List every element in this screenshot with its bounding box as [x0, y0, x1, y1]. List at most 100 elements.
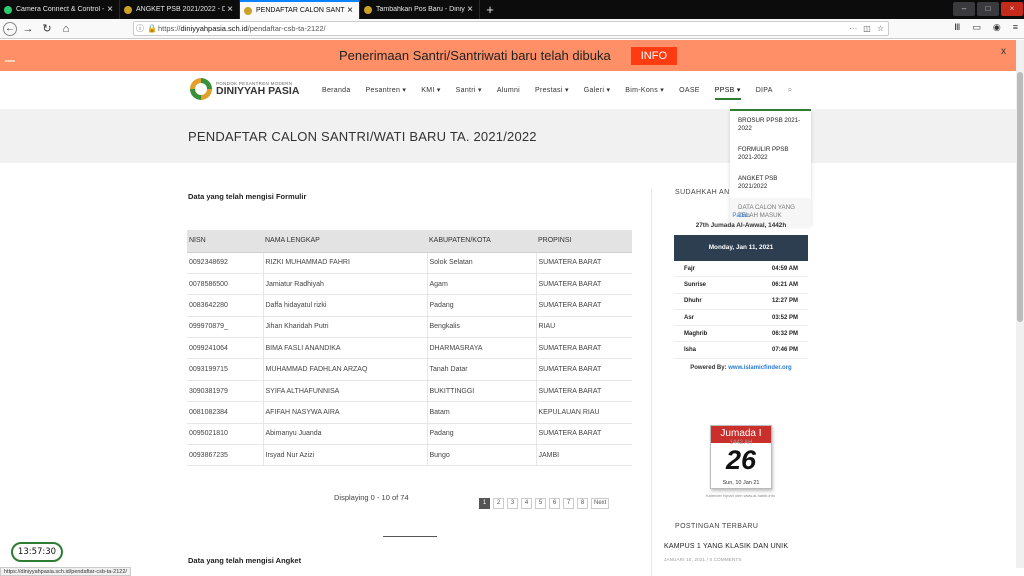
table-row: 3090381979 SYIFA ALTHAFUNNISA BUKITTINGGI S… [187, 380, 632, 403]
library-icon[interactable]: Ⅲ [954, 22, 960, 33]
back-arrow-icon[interactable]: ← [3, 21, 17, 36]
forward-arrow-icon[interactable]: → [20, 21, 36, 37]
site-logo[interactable]: PONDOK PESANTREN MODERN DINIYYAH PASIA [190, 78, 299, 100]
table-row: 0093199715 MUHAMMAD FADHLAN ARZAQ Tanah Da… [187, 358, 632, 381]
prayer-location[interactable]: Padan [674, 213, 808, 219]
page-number-button[interactable]: 8 [577, 498, 588, 509]
table-cell: Batam [427, 401, 537, 424]
info-button[interactable]: INFO [630, 46, 677, 65]
tab-close-icon[interactable]: × [105, 4, 115, 15]
table-cell: SUMATERA BARAT [536, 423, 632, 446]
tab-close-icon[interactable]: × [345, 5, 355, 16]
menu-item[interactable]: Beranda [322, 87, 351, 94]
page-number-button[interactable]: 5 [535, 498, 546, 509]
table-cell: Padang [427, 423, 537, 446]
browser-tab[interactable]: Camera Connect & Control - A × [0, 0, 120, 19]
browser-tab[interactable]: ANGKET PSB 2021/2022 - Diniy× [120, 0, 240, 19]
home-icon[interactable]: ⌂ [58, 21, 74, 37]
menu-item[interactable]: Alumni [497, 87, 520, 94]
page-title: PENDAFTAR CALON SANTRI/WATI BARU TA. 202… [188, 129, 537, 144]
browser-tab[interactable]: Tambahkan Pos Baru - Diniyy × [360, 0, 480, 19]
menu-item[interactable]: Santri ▾ [456, 86, 482, 94]
table-cell: SUMATERA BARAT [536, 337, 632, 360]
table-cell: 0078586500 [187, 273, 264, 296]
info-icon[interactable]: ⓘ [134, 23, 146, 34]
table-cell: Agam [427, 273, 537, 296]
table-cell: 3090381979 [187, 380, 264, 403]
url-bar[interactable]: ⓘ 🔒 https://diniyyahpasia.sch.id/pendaft… [133, 21, 889, 36]
dropdown-item[interactable]: FORMULIR PPSB 2021-2022 [730, 140, 811, 169]
url-path: /pendaftar-csb-ta-2122/ [247, 24, 326, 33]
new-tab-button[interactable]: + [480, 0, 500, 19]
table-cell: SUMATERA BARAT [536, 358, 632, 381]
prayer-row: Isha 07:46 PM [674, 342, 808, 359]
table-cell: 0099241064 [187, 337, 264, 360]
prayer-time: 06:32 PM [771, 330, 798, 337]
banner-text: Penerimaan Santri/Santriwati baru telah … [339, 48, 611, 63]
menu-item[interactable]: Pesantren ▾ [366, 86, 407, 94]
next-page-button[interactable]: Next [591, 498, 610, 509]
menu-item[interactable]: Prestasi ▾ [535, 86, 569, 94]
tab-favicon-icon [4, 5, 12, 14]
powered-by-link[interactable]: www.islamicfinder.org [728, 365, 791, 371]
page-number-button[interactable]: 2 [493, 498, 504, 509]
menu-item[interactable]: OASE [679, 87, 700, 94]
menu-item[interactable]: DIPA [756, 87, 773, 94]
page-number-button[interactable]: 6 [549, 498, 560, 509]
pocket-icon[interactable]: ◫ [863, 24, 871, 33]
tab-close-icon[interactable]: × [225, 4, 235, 15]
dropdown-item[interactable]: BROSUR PPSB 2021-2022 [730, 111, 811, 140]
table-row: 0093867235 Irsyad Nur Azizi Bungo JAMBI [187, 444, 632, 467]
column-header[interactable]: KABUPATEN/KOTA [427, 230, 536, 253]
page-number-button[interactable]: 3 [507, 498, 518, 509]
column-header[interactable]: NISN [187, 230, 263, 253]
page-actions-icon[interactable]: ··· [849, 24, 857, 33]
reload-icon[interactable]: ↻ [39, 21, 55, 37]
table-cell: BIMA FASLI ANANDIKA [263, 337, 428, 360]
hamburger-menu-icon[interactable]: ≡ [1013, 22, 1018, 33]
page-number-button[interactable]: 7 [563, 498, 574, 509]
table-row: 0099241064 BIMA FASLI ANANDIKA DHARMASRAYA… [187, 337, 632, 360]
menu-item[interactable]: PPSB ▾ [714, 86, 741, 100]
bookmark-star-icon[interactable]: ☆ [877, 24, 884, 33]
menu-item[interactable]: Galeri ▾ [584, 86, 611, 94]
account-icon[interactable]: ◉ [993, 22, 1001, 33]
table-row: 0095021810 Abimanyu Juanda Padang SUMATERA … [187, 423, 632, 446]
prayer-name: Dhuhr [684, 298, 702, 305]
hijri-calendar-widget[interactable]: Jumada I 1442 AH 26 Sun, 10 Jan 21 [710, 425, 772, 489]
table-cell: JAMBI [536, 444, 632, 467]
page-title-band: PENDAFTAR CALON SANTRI/WATI BARU TA. 202… [0, 109, 1016, 163]
hijri-date: 27th Jumada Al-Awwal, 1442h [695, 222, 787, 229]
close-window-icon[interactable]: × [1001, 2, 1023, 16]
search-icon[interactable]: ⌕ [788, 85, 792, 95]
minimize-window-icon[interactable]: – [953, 2, 975, 16]
column-header[interactable]: NAMA LENGKAP [263, 230, 427, 253]
tab-close-icon[interactable]: × [465, 4, 475, 15]
recent-post-meta: JANUARI 10, 2021 / 0 COMMENTS [664, 557, 742, 562]
tab-favicon-icon [124, 5, 132, 14]
dropdown-item[interactable]: ANGKET PSB 2021/2022 [730, 169, 811, 198]
banner-close-icon[interactable]: x [1001, 46, 1006, 57]
table-cell: SUMATERA BARAT [536, 252, 632, 274]
browser-tab[interactable]: PENDAFTAR CALON SANTRI/× [240, 0, 360, 19]
recent-post-title[interactable]: KAMPUS 1 YANG KLASIK DAN UNIK [664, 543, 788, 550]
column-header[interactable]: PROPINSI [536, 230, 632, 253]
page-number-button[interactable]: 4 [521, 498, 532, 509]
displaying-count: Displaying 0 - 10 of 74 [334, 493, 409, 502]
prayer-time: 07:46 PM [771, 347, 798, 354]
tab-favicon-icon [364, 5, 372, 14]
table-cell: Bengkalis [427, 316, 537, 339]
clock-widget: 13:57:30 [11, 542, 63, 562]
sidebar-toggle-icon[interactable]: ▭ [972, 22, 981, 33]
prayer-row: Asr 03:52 PM [674, 310, 808, 327]
url-prefix: https:// [158, 24, 181, 33]
page-number-button[interactable]: 1 [479, 498, 490, 509]
menu-item[interactable]: KMI ▾ [421, 86, 440, 94]
scrollbar-thumb[interactable] [1017, 72, 1023, 322]
page-scrollbar[interactable] [1016, 40, 1024, 568]
table-row: 0081082384 AFIFAH NASYWA AIRA Batam KEPULAU… [187, 401, 632, 424]
table-cell: 0081082384 [187, 401, 264, 424]
calendar-caption[interactable]: Kalender hijriah oleh www.al-habib.info [706, 493, 775, 498]
maximize-window-icon[interactable]: □ [977, 2, 999, 16]
menu-item[interactable]: Bim-Kons ▾ [625, 86, 664, 94]
